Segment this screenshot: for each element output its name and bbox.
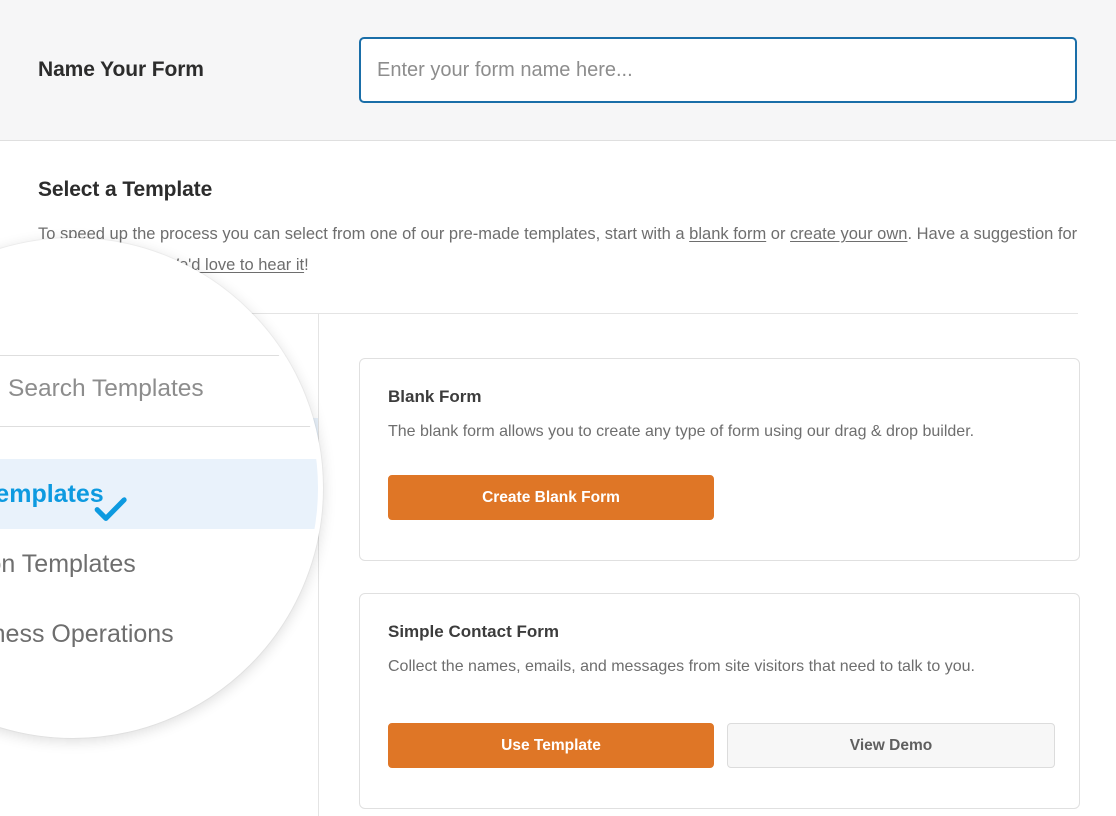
- template-picker-screen: Name Your Form Select a Template To spee…: [0, 0, 1116, 816]
- page-title: Select a Template: [38, 178, 213, 201]
- card-description: Collect the names, emails, and messages …: [388, 658, 975, 675]
- magnified-sidebar-content: Search Templates All Templates Addon Tem…: [0, 243, 318, 733]
- magnified-category-list: All Templates Addon Templates Business O…: [0, 459, 318, 669]
- view-demo-button[interactable]: View Demo: [727, 723, 1055, 768]
- sidebar-item-label: All Templates: [0, 480, 104, 508]
- card-title: Blank Form: [388, 387, 482, 406]
- magnifier-lens-overlay: Search Templates All Templates Addon Tem…: [0, 238, 323, 738]
- magnified-sidebar-item-all-templates[interactable]: All Templates: [0, 459, 318, 529]
- desc-text-2: or: [766, 225, 791, 243]
- use-template-button[interactable]: Use Template: [388, 723, 714, 768]
- magnified-search-placeholder: Search Templates: [8, 375, 204, 402]
- desc-text-1: To speed up the process you can select f…: [38, 225, 690, 243]
- card-title: Simple Contact Form: [388, 622, 559, 641]
- blank-form-link[interactable]: blank form: [689, 225, 766, 243]
- sidebar-item-label: Business Operations: [0, 620, 174, 648]
- magnified-search-templates-box[interactable]: Search Templates: [0, 355, 318, 427]
- create-your-own-link[interactable]: create your own: [790, 225, 907, 243]
- magnified-sidebar-item-addon-templates[interactable]: Addon Templates: [0, 529, 318, 599]
- magnified-sidebar-item-business-operations[interactable]: Business Operations: [0, 599, 318, 669]
- sidebar-item-label: Addon Templates: [0, 550, 136, 578]
- create-blank-form-button[interactable]: Create Blank Form: [388, 475, 714, 520]
- form-name-input[interactable]: [359, 37, 1077, 103]
- template-card-simple-contact-form: Simple Contact Form Collect the names, e…: [359, 593, 1080, 809]
- card-description: The blank form allows you to create any …: [388, 423, 975, 440]
- template-cards-area: Blank Form The blank form allows you to …: [318, 314, 1116, 816]
- template-card-blank-form: Blank Form The blank form allows you to …: [359, 358, 1080, 561]
- form-name-header: Name Your Form: [0, 0, 1116, 141]
- form-name-label: Name Your Form: [38, 58, 204, 81]
